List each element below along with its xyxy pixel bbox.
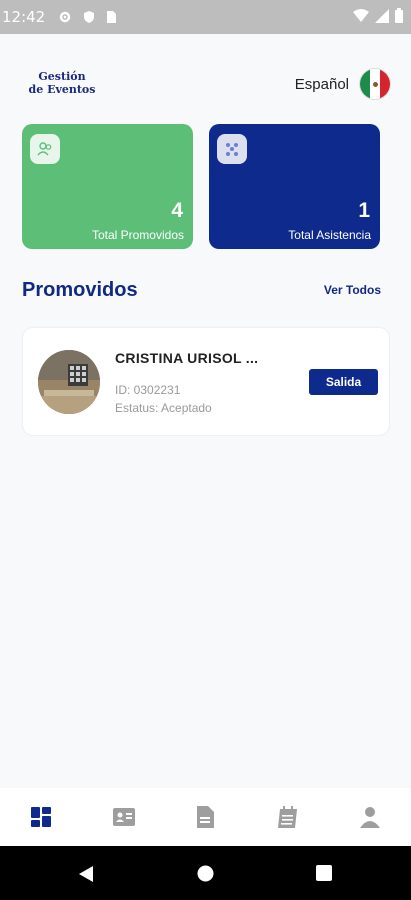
list-item[interactable]: CRISTINA URISOL ... ID: 0302231 Estatus:… xyxy=(23,328,389,435)
stat-value: 4 xyxy=(171,199,183,222)
document-icon xyxy=(197,806,214,828)
language-label: Español xyxy=(294,75,349,93)
wifi-icon xyxy=(353,8,369,22)
stat-card-asistencia[interactable]: 1 Total Asistencia xyxy=(209,124,380,249)
see-all-link[interactable]: Ver Todos xyxy=(324,283,381,297)
status-bar: 12:42 xyxy=(0,0,411,34)
bottom-nav xyxy=(0,788,411,846)
nav-dashboard[interactable] xyxy=(28,804,54,830)
home-icon[interactable] xyxy=(197,865,214,882)
app-logo: Gestión de Eventos xyxy=(20,70,104,96)
hierarchy-icon xyxy=(217,134,247,164)
stat-label: Total Promovidos xyxy=(91,228,184,242)
mexico-flag-icon xyxy=(359,68,391,100)
system-nav-bar xyxy=(0,846,411,900)
person-status: Estatus: Aceptado xyxy=(115,401,212,415)
avatar xyxy=(38,350,100,414)
nav-events[interactable] xyxy=(275,804,301,830)
profile-icon xyxy=(360,807,380,828)
dashboard-icon xyxy=(31,807,51,827)
nav-id-card[interactable] xyxy=(111,804,137,830)
section-title: Promovidos xyxy=(22,279,138,301)
person-id: ID: 0302231 xyxy=(115,383,181,397)
status-time: 12:42 xyxy=(2,8,46,26)
nav-documents[interactable] xyxy=(192,804,218,830)
battery-icon xyxy=(395,8,403,23)
salida-button[interactable]: Salida xyxy=(309,369,378,395)
logo-line-2: de Eventos xyxy=(28,83,96,96)
back-icon[interactable] xyxy=(78,865,94,883)
stat-label: Total Asistencia xyxy=(288,228,371,242)
signal-icon xyxy=(375,8,389,23)
recents-icon[interactable] xyxy=(316,865,332,881)
stat-value: 1 xyxy=(358,199,370,222)
logo-line-1: Gestión xyxy=(38,70,86,83)
person-name: CRISTINA URISOL ... xyxy=(115,350,259,366)
language-selector[interactable]: Español xyxy=(295,68,391,100)
stat-card-promovidos[interactable]: 4 Total Promovidos xyxy=(22,124,193,249)
shield-icon xyxy=(84,11,94,23)
id-card-icon xyxy=(113,808,135,826)
settings-icon xyxy=(59,11,71,23)
calendar-icon xyxy=(278,806,297,828)
app-screen: Gestión de Eventos Español 4 Total Promo… xyxy=(0,34,411,788)
sim-card-icon xyxy=(107,11,116,23)
nav-profile[interactable] xyxy=(357,804,383,830)
users-icon xyxy=(30,134,60,164)
